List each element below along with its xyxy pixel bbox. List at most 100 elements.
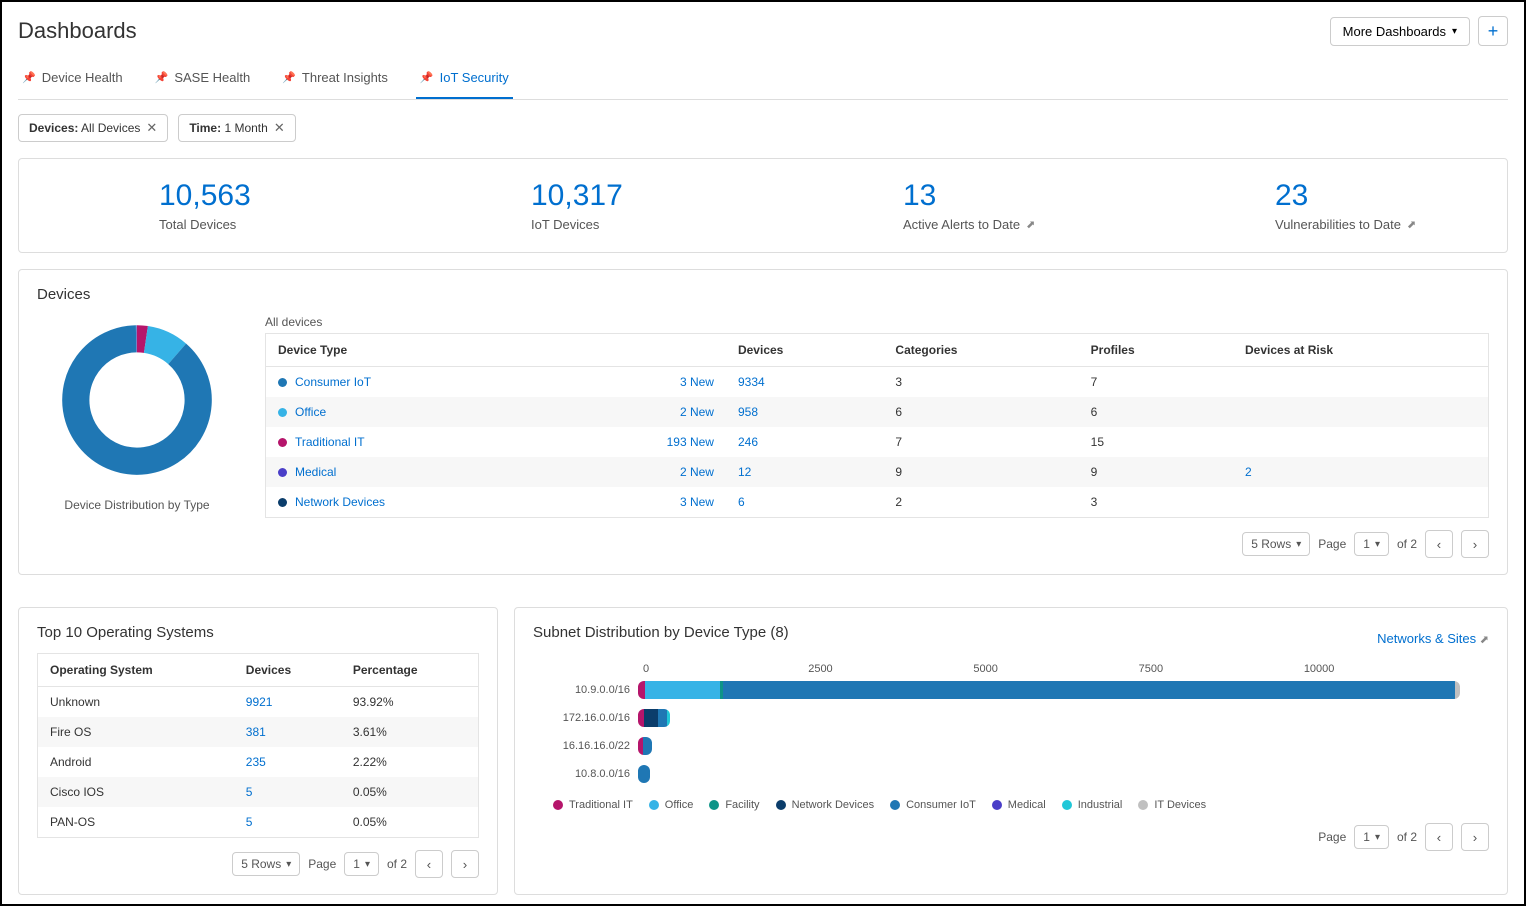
new-count-link[interactable]: 3 New [680, 375, 714, 389]
os-devices-link[interactable]: 5 [246, 785, 253, 799]
tab-label: Threat Insights [302, 70, 388, 85]
devices-count-link[interactable]: 246 [738, 435, 758, 449]
chevron-down-icon: ▾ [1452, 26, 1457, 37]
tab-device-health[interactable]: 📌Device Health [18, 60, 127, 99]
top-os-title: Top 10 Operating Systems [37, 624, 479, 641]
axis-tick: 0 [643, 663, 808, 675]
next-page-button[interactable]: › [1461, 530, 1489, 558]
new-count-link[interactable]: 193 New [667, 435, 714, 449]
networks-sites-link[interactable]: Networks & Sites ⬈ [1377, 631, 1489, 646]
devices-card-title: Devices [37, 286, 1489, 303]
os-pct: 93.92% [341, 687, 479, 718]
devices-count-link[interactable]: 6 [738, 495, 745, 509]
page-select[interactable]: 1 ▾ [344, 852, 379, 876]
close-icon[interactable]: ✕ [274, 120, 285, 136]
risk-link[interactable]: 2 [1245, 465, 1252, 479]
os-table: Operating SystemDevicesPercentage Unknow… [37, 653, 479, 838]
chevron-down-icon: ▾ [365, 859, 370, 870]
subnet-card: Subnet Distribution by Device Type (8) N… [514, 607, 1508, 895]
os-pct: 2.22% [341, 747, 479, 777]
devices-pager: 5 Rows ▾ Page 1 ▾ of 2 ‹ › [265, 530, 1489, 558]
external-link-icon: ⬈ [1026, 218, 1035, 231]
next-page-button[interactable]: › [1461, 823, 1489, 851]
more-dashboards-button[interactable]: More Dashboards ▾ [1330, 17, 1470, 46]
color-dot [278, 438, 287, 447]
new-count-link[interactable]: 2 New [680, 405, 714, 419]
device-distribution-donut [52, 315, 222, 485]
os-devices-link[interactable]: 235 [246, 755, 266, 769]
profiles-cell: 15 [1079, 427, 1233, 457]
rows-per-page-label: 5 Rows [1251, 537, 1291, 551]
column-header: Profiles [1079, 334, 1233, 367]
prev-page-button[interactable]: ‹ [415, 850, 443, 878]
donut-label: Device Distribution by Type [37, 498, 237, 512]
os-devices-link[interactable]: 9921 [246, 695, 273, 709]
bar-segment-it-devices [1455, 681, 1460, 699]
add-dashboard-button[interactable]: + [1478, 16, 1508, 46]
close-icon[interactable]: ✕ [146, 120, 157, 136]
legend-label: Traditional IT [569, 799, 633, 811]
tab-threat-insights[interactable]: 📌Threat Insights [278, 60, 392, 99]
stat-label: IoT Devices [531, 217, 763, 232]
stat-value: 23 [1275, 179, 1507, 213]
tabs: 📌Device Health📌SASE Health📌Threat Insigh… [18, 60, 1508, 100]
os-devices-link[interactable]: 5 [246, 815, 253, 829]
legend-label: Facility [725, 799, 759, 811]
next-page-button[interactable]: › [451, 850, 479, 878]
stat-label[interactable]: Vulnerabilities to Date ⬈ [1275, 217, 1507, 232]
table-row: Network Devices3 New623 [266, 487, 1489, 518]
device-type-link[interactable]: Consumer IoT [295, 375, 371, 389]
chevron-left-icon: ‹ [1437, 830, 1441, 845]
stacked-bar [638, 737, 652, 755]
stat-value: 10,563 [159, 179, 391, 213]
prev-page-button[interactable]: ‹ [1425, 823, 1453, 851]
chevron-down-icon: ▾ [1296, 539, 1301, 550]
tab-iot-security[interactable]: 📌IoT Security [416, 60, 513, 99]
os-devices-link[interactable]: 381 [246, 725, 266, 739]
stat-label[interactable]: Active Alerts to Date ⬈ [903, 217, 1135, 232]
stat-value: 13 [903, 179, 1135, 213]
device-type-link[interactable]: Traditional IT [295, 435, 365, 449]
legend-label: Medical [1008, 799, 1046, 811]
devices-count-link[interactable]: 12 [738, 465, 751, 479]
device-type-link[interactable]: Medical [295, 465, 336, 479]
rows-per-page-label: 5 Rows [241, 857, 281, 871]
device-type-link[interactable]: Network Devices [295, 495, 385, 509]
categories-cell: 6 [883, 397, 1078, 427]
subnet-pager: Page 1 ▾ of 2 ‹ › [533, 823, 1489, 851]
page-select[interactable]: 1 ▾ [1354, 825, 1389, 849]
new-count-link[interactable]: 3 New [680, 495, 714, 509]
pin-icon: 📌 [420, 71, 434, 84]
column-header: Operating System [38, 654, 234, 687]
prev-page-button[interactable]: ‹ [1425, 530, 1453, 558]
bar-segment-consumer-iot [723, 681, 1455, 699]
filter-chip[interactable]: Devices: All Devices✕ [18, 114, 168, 142]
bar-segment-office [645, 681, 720, 699]
tab-sase-health[interactable]: 📌SASE Health [151, 60, 255, 99]
page-number: 1 [353, 857, 360, 871]
filter-label: Time: 1 Month [189, 121, 268, 135]
rows-per-page-select[interactable]: 5 Rows ▾ [1242, 532, 1310, 556]
table-row: Cisco IOS50.05% [38, 777, 479, 807]
tab-label: SASE Health [174, 70, 250, 85]
chevron-down-icon: ▾ [1375, 832, 1380, 843]
stat-block: 13 Active Alerts to Date ⬈ [763, 179, 1135, 232]
table-row: Office2 New95866 [266, 397, 1489, 427]
legend-dot [709, 800, 719, 810]
stacked-bar [638, 681, 1460, 699]
bar-segment-consumer-iot [658, 709, 667, 727]
device-type-link[interactable]: Office [295, 405, 326, 419]
legend-dot [1138, 800, 1148, 810]
page-select[interactable]: 1 ▾ [1354, 532, 1389, 556]
page-of-label: of 2 [1397, 830, 1417, 844]
filter-chip[interactable]: Time: 1 Month ✕ [178, 114, 295, 142]
os-name: Fire OS [38, 717, 234, 747]
page-of-label: of 2 [1397, 537, 1417, 551]
new-count-link[interactable]: 2 New [680, 465, 714, 479]
legend-dot [776, 800, 786, 810]
chevron-right-icon: › [1473, 830, 1477, 845]
rows-per-page-select[interactable]: 5 Rows ▾ [232, 852, 300, 876]
devices-count-link[interactable]: 958 [738, 405, 758, 419]
devices-count-link[interactable]: 9334 [738, 375, 765, 389]
table-row: Traditional IT193 New246715 [266, 427, 1489, 457]
